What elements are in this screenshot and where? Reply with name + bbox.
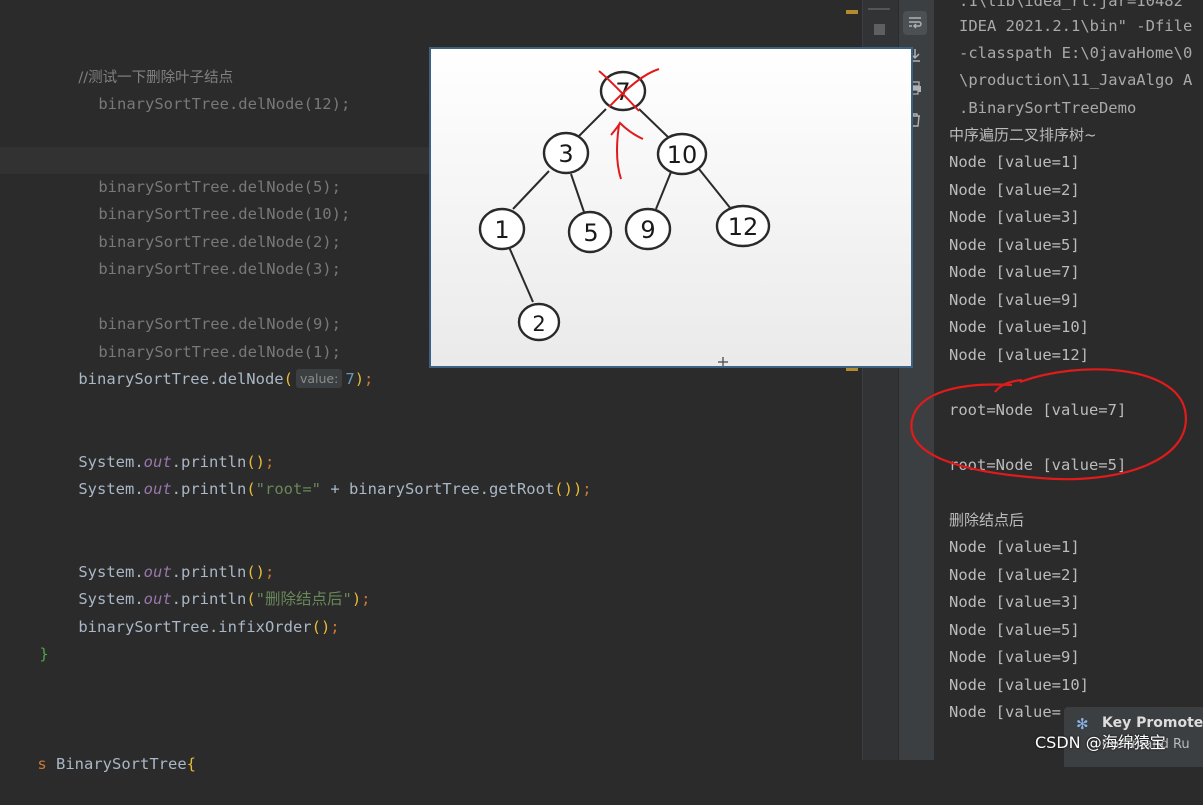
console-line: Node [value=2] bbox=[949, 181, 1080, 199]
console-line: Node [value=9] bbox=[949, 291, 1080, 309]
code-line[interactable]: binarySortTree.delNode(value: 7); bbox=[41, 339, 373, 388]
semicolon: ; bbox=[364, 370, 374, 388]
code-line[interactable]: System.out.println("root=" + binarySortT… bbox=[41, 449, 591, 498]
paren: ) bbox=[354, 370, 365, 388]
console-line: Node [value=12] bbox=[949, 346, 1089, 364]
code-string: "root=" bbox=[255, 480, 321, 498]
console-line: -classpath E:\0javaHome\0 bbox=[959, 44, 1193, 62]
tree-node-label: 12 bbox=[728, 213, 759, 241]
console-line: Node [value=1] bbox=[949, 538, 1080, 556]
code-line[interactable]: System.out.println(); bbox=[41, 422, 274, 471]
code-line[interactable]: binarySortTree.delNode(5); bbox=[61, 147, 341, 196]
code-statement: binarySortTree.delNode(3); bbox=[98, 260, 341, 278]
code-line[interactable]: binarySortTree.delNode(12); bbox=[61, 64, 350, 113]
code-method: .println bbox=[171, 480, 247, 498]
brace: { bbox=[186, 755, 196, 773]
console-line: Node [value=9] bbox=[949, 648, 1080, 666]
tree-node-label: 10 bbox=[667, 141, 698, 169]
code-number: 7 bbox=[345, 370, 355, 388]
code-expression: + binarySortTree.getRoot bbox=[320, 480, 555, 498]
code-line[interactable]: binarySortTree.delNode(9); bbox=[61, 284, 341, 333]
console-line: \production\11_JavaAlgo A bbox=[959, 71, 1193, 89]
console-line: root=Node [value=7] bbox=[949, 401, 1127, 419]
scroll-marker[interactable] bbox=[846, 10, 858, 14]
code-statement: binarySortTree.delNode bbox=[78, 370, 284, 388]
code-line[interactable]: System.out.println("删除结点后"); bbox=[41, 559, 370, 608]
code-line[interactable]: binarySortTree.delNode(2); bbox=[61, 202, 341, 251]
watermark: CSDN @海绵猿宝 bbox=[1035, 733, 1166, 752]
code-line[interactable]: binarySortTree.infixOrder(); bbox=[41, 587, 339, 636]
tree-node-label: 9 bbox=[640, 216, 655, 244]
paren: ) bbox=[351, 590, 362, 608]
console-line: IDEA 2021.2.1\bin" -Dfile bbox=[959, 17, 1193, 35]
paren: ()) bbox=[554, 480, 583, 498]
tree-image-popup[interactable]: 7 3 10 1 5 9 12 2 bbox=[429, 47, 913, 368]
scroll-marker[interactable] bbox=[846, 368, 858, 371]
console-line: Node [value=1] bbox=[949, 153, 1080, 171]
code-statement: binarySortTree.delNode(12); bbox=[98, 95, 351, 113]
console-line: 中序遍历二叉排序树~ bbox=[949, 126, 1097, 144]
code-line[interactable]: System.out.println(); bbox=[41, 532, 274, 581]
code-class: System. bbox=[78, 480, 144, 498]
console-line: Node [value= bbox=[949, 703, 1061, 721]
code-keyword: s bbox=[37, 755, 47, 773]
tree-node-label: 5 bbox=[583, 219, 598, 247]
code-line[interactable]: binarySortTree.delNode(10); bbox=[61, 174, 350, 223]
stop-icon[interactable] bbox=[874, 24, 885, 35]
code-line[interactable]: //测试一下删除叶子结点 bbox=[41, 37, 233, 86]
paren: () bbox=[311, 618, 331, 636]
tree-node-label: 1 bbox=[494, 216, 509, 244]
code-line[interactable]: binarySortTree.delNode(3); bbox=[61, 229, 341, 278]
close-brace: } bbox=[39, 645, 49, 663]
console-line: Node [value=3] bbox=[949, 593, 1080, 611]
code-line[interactable]: s BinarySortTree{ bbox=[0, 724, 196, 773]
code-class-name: BinarySortTree bbox=[46, 755, 187, 773]
semicolon: ; bbox=[361, 590, 371, 608]
binary-tree-diagram: 7 3 10 1 5 9 12 2 bbox=[431, 49, 911, 366]
soft-wrap-icon[interactable] bbox=[903, 11, 927, 35]
semicolon: ; bbox=[330, 618, 340, 636]
console-line: 删除结点后 bbox=[949, 511, 1025, 529]
code-line[interactable]: } bbox=[2, 614, 48, 663]
tree-node-label: 3 bbox=[558, 140, 573, 168]
console-line: Node [value=10] bbox=[949, 676, 1089, 694]
code-field: out bbox=[143, 480, 172, 498]
console-line: Node [value=2] bbox=[949, 566, 1080, 584]
paren: ( bbox=[246, 480, 256, 498]
console-line: Node [value=5] bbox=[949, 236, 1080, 254]
tree-node-label: 2 bbox=[532, 312, 545, 336]
param-hint: value: bbox=[295, 369, 343, 388]
toolbar-separator bbox=[868, 8, 890, 10]
code-statement: binarySortTree.infixOrder bbox=[78, 618, 312, 636]
console-line: root=Node [value=5] bbox=[949, 456, 1127, 474]
console-line: .BinarySortTreeDemo bbox=[959, 99, 1137, 117]
console-line: Node [value=7] bbox=[949, 263, 1080, 281]
code-line[interactable]: binarySortTree.delNode(1); bbox=[61, 312, 341, 361]
console-line: Node [value=3] bbox=[949, 208, 1080, 226]
console-line: Node [value=10] bbox=[949, 318, 1089, 336]
run-console[interactable]: .1\lib\idea_rt.jar=10482 IDEA 2021.2.1\b… bbox=[934, 0, 1203, 760]
paren: ( bbox=[283, 370, 293, 388]
console-line: Node [value=5] bbox=[949, 621, 1080, 639]
semicolon: ; bbox=[582, 480, 592, 498]
